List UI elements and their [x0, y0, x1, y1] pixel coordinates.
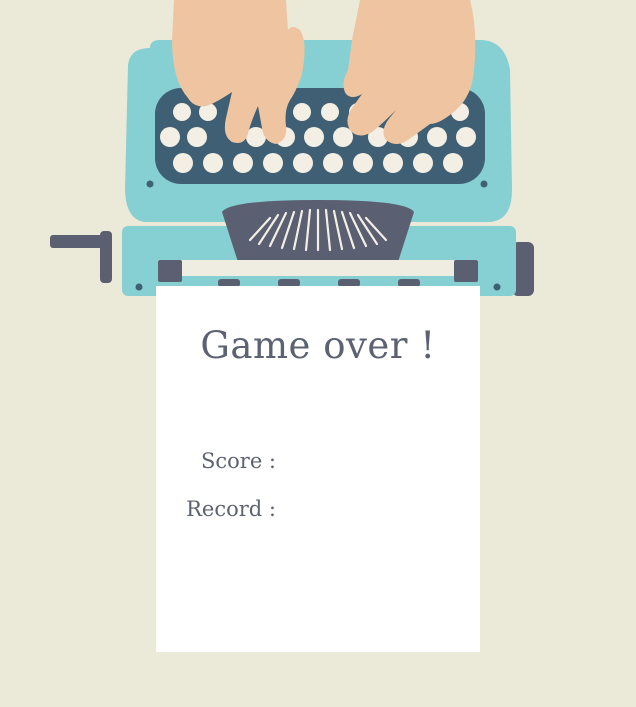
- game-over-title: Game over !: [200, 324, 436, 367]
- record-label: Record :: [186, 497, 276, 521]
- paper-sheet: Game over ! Score : Record :: [156, 286, 480, 652]
- carriage-return-lever: [50, 231, 112, 283]
- score-label: Score :: [200, 449, 276, 473]
- typebar-fan: [222, 200, 414, 262]
